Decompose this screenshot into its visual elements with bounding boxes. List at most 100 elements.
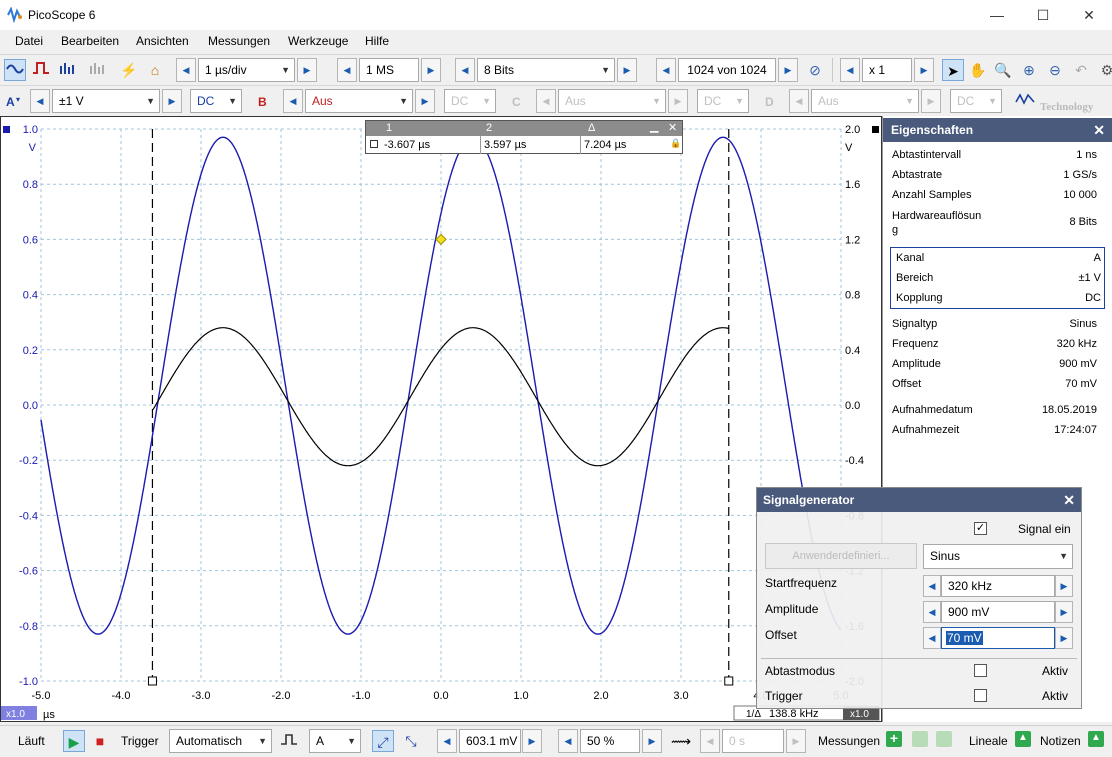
delay-down-button[interactable]: ◀ bbox=[700, 729, 720, 753]
offset-up-button[interactable]: ▶ bbox=[1055, 627, 1073, 649]
channel-c-prev-button[interactable]: ◀ bbox=[536, 89, 556, 113]
level-down-button[interactable]: ◀ bbox=[437, 729, 457, 753]
level-up-button[interactable]: ▶ bbox=[522, 729, 542, 753]
samples-prev-button[interactable]: ◀ bbox=[337, 58, 357, 82]
buffer-field[interactable]: 1024 von 1024 bbox=[678, 58, 776, 82]
amplitude-down-button[interactable]: ◀ bbox=[923, 601, 941, 623]
channel-c-next-button[interactable]: ▶ bbox=[668, 89, 688, 113]
ruler-checkbox[interactable] bbox=[370, 140, 378, 148]
channel-b-range-select[interactable]: Aus ▼ bbox=[305, 89, 413, 113]
timebase-prev-button[interactable]: ◀ bbox=[176, 58, 196, 82]
advanced-trigger-icon[interactable] bbox=[278, 730, 300, 752]
amplitude-up-button[interactable]: ▶ bbox=[1055, 601, 1073, 623]
trigger-level-field[interactable]: 603.1 mV bbox=[459, 729, 521, 753]
resolution-prev-button[interactable]: ◀ bbox=[455, 58, 475, 82]
signal-on-checkbox[interactable]: ✓ bbox=[974, 522, 987, 535]
undo-zoom-icon[interactable]: ↶ bbox=[1070, 59, 1092, 81]
buffer-prev-button[interactable]: ◀ bbox=[656, 58, 676, 82]
scope-view[interactable]: 1.0 0.8 0.6 0.4 0.2 0.0 -0.2 -0.4 -0.6 -0.8 -1.0 V … bbox=[0, 116, 882, 722]
start-frequency-field[interactable]: 320 kHz bbox=[941, 575, 1055, 597]
serial-decode-icon[interactable] bbox=[86, 59, 108, 81]
waveform-select[interactable]: Sinus ▼ bbox=[923, 544, 1073, 569]
close-icon[interactable]: ✕ bbox=[1063, 488, 1075, 512]
ruler-table[interactable]: 1 2 Δ ▁ ✕ -3.607 µs 3.597 µs 7.204 µs 🔒 bbox=[365, 120, 683, 154]
home-icon[interactable]: ⌂ bbox=[144, 59, 166, 81]
channel-c-coupling-select[interactable]: DC ▼ bbox=[697, 89, 749, 113]
post-trigger-delay-icon[interactable]: ⟿ bbox=[670, 730, 692, 752]
pointer-tool-icon[interactable]: ➤ bbox=[942, 59, 964, 81]
lightning-icon[interactable]: ⚡ bbox=[118, 59, 140, 81]
arbitrary-button[interactable]: Anwenderdefinieri... bbox=[765, 543, 917, 569]
close-icon[interactable]: ✕ bbox=[668, 121, 677, 134]
zoom-in-icon[interactable]: ⊕ bbox=[1018, 59, 1040, 81]
settings-icon[interactable]: ⚙ bbox=[1096, 59, 1112, 81]
zoom-next-button[interactable]: ▶ bbox=[914, 58, 934, 82]
pretrigger-down-button[interactable]: ◀ bbox=[558, 729, 578, 753]
channel-c-range-select[interactable]: Aus ▼ bbox=[558, 89, 666, 113]
persistence-mode-icon[interactable] bbox=[30, 59, 52, 81]
maximize-button[interactable]: ☐ bbox=[1020, 0, 1066, 30]
channel-a-prev-button[interactable]: ◀ bbox=[30, 89, 50, 113]
zoom-field[interactable]: x 1 bbox=[862, 58, 912, 82]
channel-b-coupling-select[interactable]: DC ▼ bbox=[444, 89, 496, 113]
zoom-region-icon[interactable]: 🔍 bbox=[992, 59, 1014, 81]
buffer-next-button[interactable]: ▶ bbox=[778, 58, 798, 82]
channel-d-coupling-select[interactable]: DC ▼ bbox=[950, 89, 1002, 113]
menu-measurements[interactable]: Messungen bbox=[208, 34, 270, 48]
rising-edge-icon[interactable]: ⤢ bbox=[372, 730, 394, 752]
rulers-expand-icon[interactable]: ▲ bbox=[1015, 731, 1031, 747]
trigger-active-checkbox[interactable] bbox=[974, 689, 987, 702]
spectrum-mode-icon[interactable] bbox=[56, 59, 78, 81]
channel-a-next-button[interactable]: ▶ bbox=[162, 89, 182, 113]
delete-measurement-icon[interactable] bbox=[936, 731, 952, 747]
menu-file[interactable]: Datei bbox=[15, 34, 43, 48]
samples-next-button[interactable]: ▶ bbox=[421, 58, 441, 82]
waveform-plot[interactable]: 1.00.80.60.40.20.0-0.2-0.4-0.6-0.8-1.0V … bbox=[1, 117, 881, 721]
falling-edge-icon[interactable]: ⤡ bbox=[400, 730, 422, 752]
close-button[interactable]: ✕ bbox=[1066, 0, 1112, 30]
channel-d-prev-button[interactable]: ◀ bbox=[789, 89, 809, 113]
pretrigger-up-button[interactable]: ▶ bbox=[642, 729, 662, 753]
edit-measurement-icon[interactable] bbox=[912, 731, 928, 747]
minimize-button[interactable]: — bbox=[974, 0, 1020, 30]
delay-up-button[interactable]: ▶ bbox=[786, 729, 806, 753]
minimize-icon[interactable]: ▁ bbox=[650, 120, 658, 133]
channel-d-next-button[interactable]: ▶ bbox=[921, 89, 941, 113]
hand-tool-icon[interactable]: ✋ bbox=[967, 59, 989, 81]
menu-edit[interactable]: Bearbeiten bbox=[61, 34, 119, 48]
stop-icon[interactable]: ■ bbox=[89, 730, 111, 752]
trigger-mode-select[interactable]: Automatisch ▼ bbox=[169, 729, 272, 753]
channel-d-range-select[interactable]: Aus ▼ bbox=[811, 89, 919, 113]
frequency-up-button[interactable]: ▶ bbox=[1055, 575, 1073, 597]
buffer-navigator-icon[interactable]: ⊘ bbox=[804, 59, 826, 81]
timebase-select[interactable]: 1 µs/div ▼ bbox=[198, 58, 295, 82]
channel-options-icon[interactable] bbox=[1014, 90, 1036, 112]
zoom-out-icon[interactable]: ⊖ bbox=[1044, 59, 1066, 81]
close-icon[interactable]: ✕ bbox=[1093, 118, 1105, 142]
offset-down-button[interactable]: ◀ bbox=[923, 627, 941, 649]
trigger-channel-select[interactable]: A ▼ bbox=[309, 729, 361, 753]
channel-b-prev-button[interactable]: ◀ bbox=[283, 89, 303, 113]
add-measurement-icon[interactable]: + bbox=[886, 731, 902, 747]
channel-a-range-select[interactable]: ±1 V ▼ bbox=[52, 89, 160, 113]
channel-b-next-button[interactable]: ▶ bbox=[415, 89, 435, 113]
zoom-prev-button[interactable]: ◀ bbox=[840, 58, 860, 82]
menu-help[interactable]: Hilfe bbox=[365, 34, 389, 48]
play-icon[interactable]: ▶ bbox=[63, 730, 85, 752]
channel-a-coupling-select[interactable]: DC ▼ bbox=[190, 89, 242, 113]
samples-field[interactable]: 1 MS bbox=[359, 58, 419, 82]
resolution-select[interactable]: 8 Bits ▼ bbox=[477, 58, 615, 82]
scope-mode-icon[interactable] bbox=[4, 59, 26, 81]
delay-field[interactable]: 0 s bbox=[722, 729, 784, 753]
pretrigger-field[interactable]: 50 % bbox=[580, 729, 640, 753]
sweep-active-checkbox[interactable] bbox=[974, 664, 987, 677]
lock-icon[interactable]: 🔒 bbox=[670, 138, 681, 149]
amplitude-field[interactable]: 900 mV bbox=[941, 601, 1055, 623]
offset-field[interactable]: 70 mV bbox=[941, 627, 1055, 649]
timebase-next-button[interactable]: ▶ bbox=[297, 58, 317, 82]
frequency-down-button[interactable]: ◀ bbox=[923, 575, 941, 597]
menu-tools[interactable]: Werkzeuge bbox=[288, 34, 348, 48]
resolution-next-button[interactable]: ▶ bbox=[617, 58, 637, 82]
notes-expand-icon[interactable]: ▲ bbox=[1088, 731, 1104, 747]
menu-views[interactable]: Ansichten bbox=[136, 34, 189, 48]
